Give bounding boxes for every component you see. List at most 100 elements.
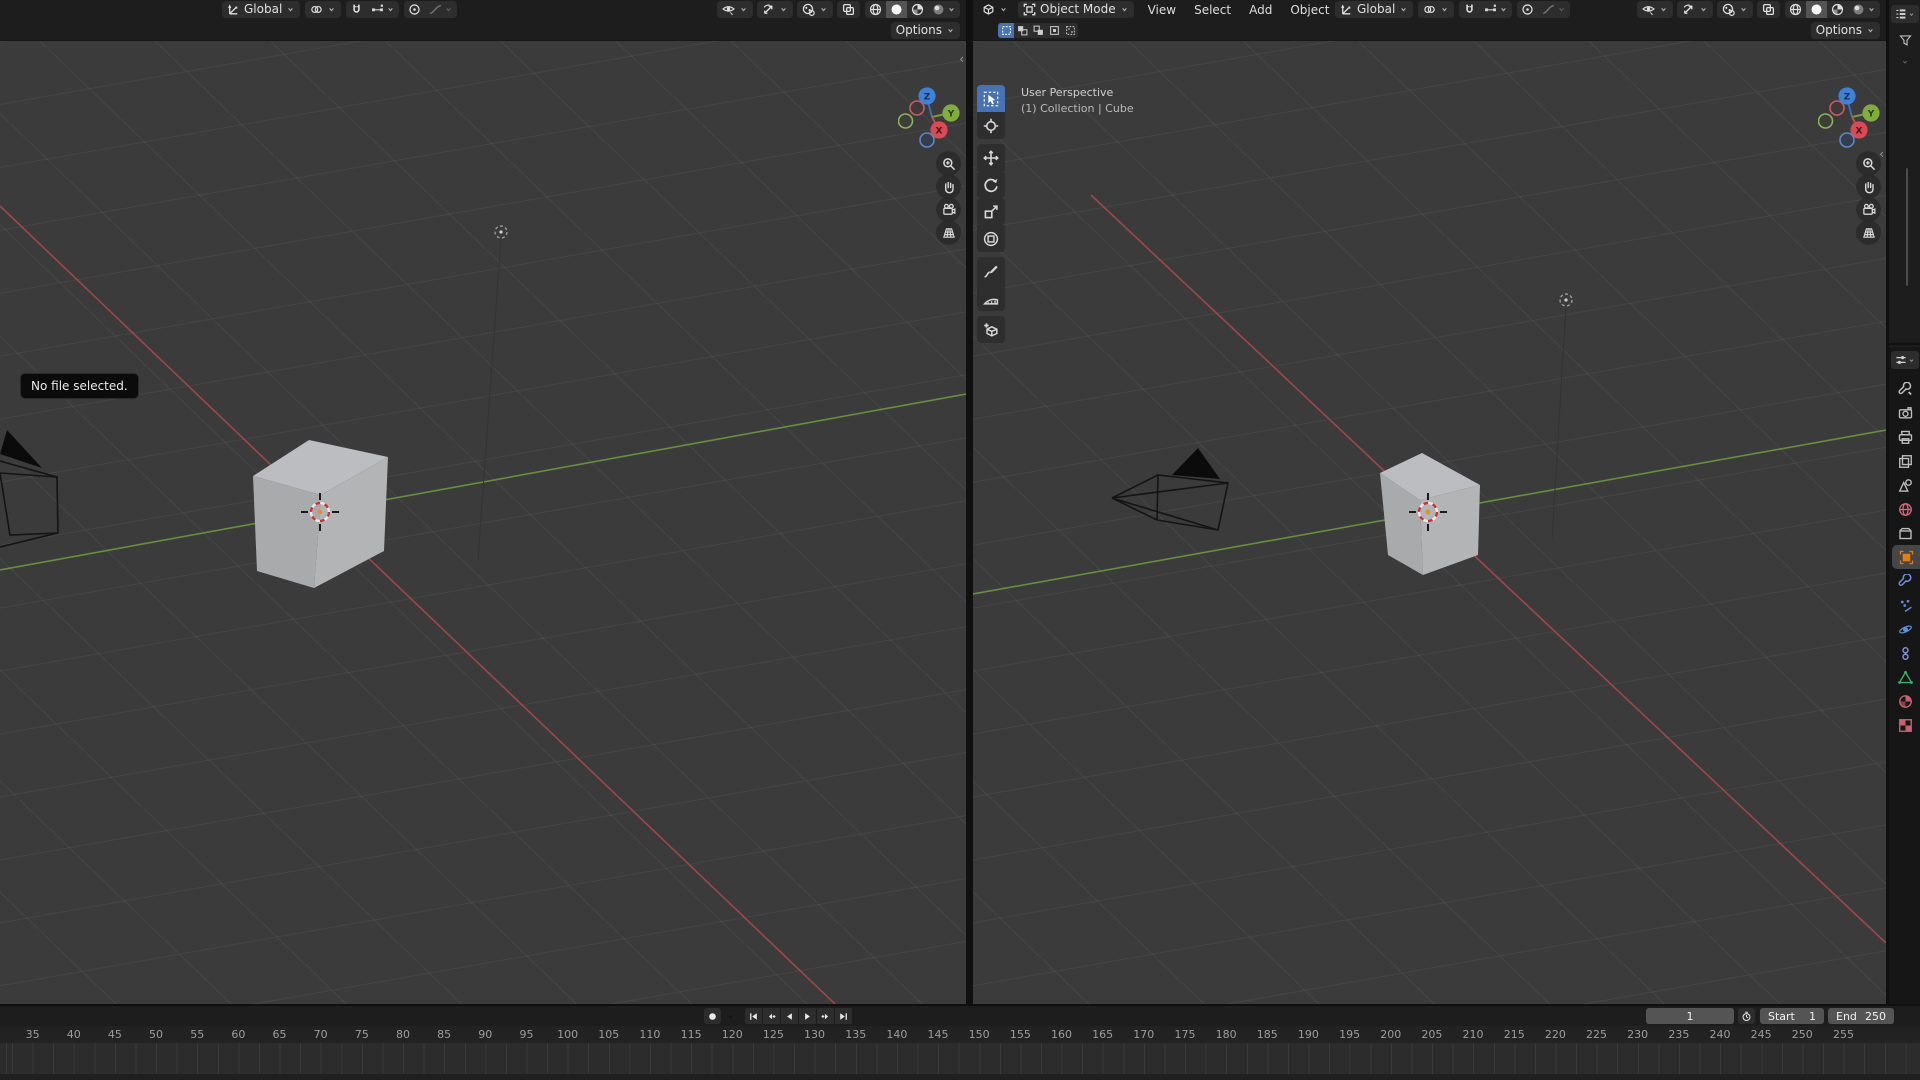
tool-transform[interactable] <box>977 225 1005 252</box>
shading-material-preview[interactable] <box>907 1 928 18</box>
proportional-editing-toggle[interactable] <box>404 1 425 18</box>
start-frame-field[interactable]: Start 1 <box>1760 1008 1824 1024</box>
tab-modifiers[interactable] <box>1889 569 1920 593</box>
select-mode-subtract[interactable] <box>1030 23 1046 38</box>
xray-toggle[interactable] <box>837 1 860 18</box>
next-keyframe-button[interactable] <box>817 1008 834 1024</box>
shading-rendered[interactable] <box>1848 1 1880 18</box>
sidebar-collapse-arrow-right[interactable]: ‹ <box>1879 148 1884 160</box>
outliner-editor-type-dropdown[interactable] <box>1891 5 1919 23</box>
outliner-expand-arrow[interactable] <box>1891 53 1919 71</box>
zoom-view-button[interactable] <box>936 151 961 176</box>
show-gizmo-toggle[interactable] <box>757 1 793 18</box>
proportional-falloff-dropdown[interactable] <box>1538 1 1570 18</box>
gizmo-minus-z-axis[interactable] <box>920 133 934 147</box>
shading-wireframe[interactable] <box>1785 1 1806 18</box>
navigation-gizmo[interactable]: Z Y X <box>898 87 966 153</box>
viewport-divider[interactable] <box>966 0 973 1004</box>
select-mode-invert[interactable] <box>1046 23 1062 38</box>
gizmo-minus-y-axis[interactable] <box>899 114 913 128</box>
light-object[interactable] <box>478 226 507 560</box>
shading-solid[interactable] <box>1806 1 1827 18</box>
timeline-track[interactable] <box>0 1043 1920 1074</box>
show-gizmo-toggle[interactable] <box>1677 1 1713 18</box>
options-dropdown-right[interactable]: Options <box>1811 22 1880 39</box>
tab-view-layer[interactable] <box>1889 449 1920 473</box>
xray-toggle[interactable] <box>1757 1 1780 18</box>
snap-toggle[interactable] <box>1459 1 1480 18</box>
select-mode-intersect[interactable] <box>1062 23 1078 38</box>
tool-3d-cursor[interactable] <box>977 112 1005 139</box>
shading-rendered[interactable] <box>928 1 960 18</box>
tool-measure[interactable] <box>977 284 1005 311</box>
viewport-right-canvas[interactable]: Z Y X User Perspective (1) Collection | … <box>973 41 1886 1004</box>
tab-world[interactable] <box>1889 497 1920 521</box>
use-preview-range-button[interactable] <box>1738 1008 1755 1024</box>
shading-material-preview[interactable] <box>1827 1 1848 18</box>
end-frame-field[interactable]: End 250 <box>1828 1008 1894 1024</box>
tool-move[interactable] <box>977 144 1005 171</box>
pan-view-button[interactable] <box>1856 174 1881 199</box>
play-reverse-button[interactable] <box>781 1008 798 1024</box>
select-mode-set[interactable] <box>998 23 1014 38</box>
proportional-editing-toggle[interactable] <box>1517 1 1538 18</box>
light-object[interactable] <box>1552 294 1572 539</box>
outliner-filter-button[interactable] <box>1891 31 1919 49</box>
camera-object[interactable] <box>1112 448 1228 530</box>
sidebar-collapse-arrow-left[interactable]: ‹ <box>959 53 964 65</box>
pivot-point-dropdown[interactable] <box>305 1 341 18</box>
jump-to-start-button[interactable] <box>745 1008 762 1024</box>
shading-wireframe[interactable] <box>865 1 886 18</box>
timeline-scrollbar[interactable] <box>0 1074 1920 1080</box>
tab-output[interactable] <box>1889 425 1920 449</box>
perspective-toggle-button[interactable] <box>1856 220 1881 245</box>
orientation-dropdown[interactable]: Global <box>222 1 300 18</box>
tab-physics[interactable] <box>1889 617 1920 641</box>
camera-object[interactable] <box>0 430 58 547</box>
viewport-left-canvas[interactable]: Z Y X ‹ <box>0 41 966 1004</box>
object-type-visibility-dropdown[interactable] <box>717 1 753 18</box>
tab-particles[interactable] <box>1889 593 1920 617</box>
navigation-gizmo[interactable]: Z Y X <box>1818 87 1886 153</box>
menu-item[interactable]: Object <box>1281 3 1338 17</box>
tab-object[interactable] <box>1892 545 1920 569</box>
jump-to-end-button[interactable] <box>835 1008 852 1024</box>
pan-view-button[interactable] <box>936 174 961 199</box>
tool-annotate[interactable] <box>977 257 1005 284</box>
snap-settings-dropdown[interactable] <box>367 1 399 18</box>
cube-object[interactable] <box>1380 453 1480 575</box>
tab-texture[interactable] <box>1889 713 1920 737</box>
show-overlays-toggle[interactable] <box>1717 1 1753 18</box>
select-mode-extend[interactable] <box>1014 23 1030 38</box>
auto-keying-toggle[interactable] <box>704 1008 721 1024</box>
previous-keyframe-button[interactable] <box>763 1008 780 1024</box>
menu-item[interactable]: Select <box>1185 3 1240 17</box>
menu-item[interactable]: View <box>1139 3 1185 17</box>
tab-collection[interactable] <box>1889 521 1920 545</box>
gizmo-minus-x-axis[interactable] <box>1830 101 1844 115</box>
camera-view-button[interactable] <box>1856 197 1881 222</box>
current-frame-field[interactable]: 1 <box>1646 1008 1734 1024</box>
snap-settings-dropdown[interactable] <box>1480 1 1512 18</box>
shading-solid[interactable] <box>886 1 907 18</box>
options-dropdown-left[interactable]: Options <box>891 22 960 39</box>
tool-scale[interactable] <box>977 198 1005 225</box>
tool-add-cube[interactable] <box>977 316 1005 343</box>
tab-constraints[interactable] <box>1889 641 1920 665</box>
menu-item[interactable]: Add <box>1240 3 1281 17</box>
tab-material[interactable] <box>1889 689 1920 713</box>
tab-object-data[interactable] <box>1889 665 1920 689</box>
tool-select-box[interactable] <box>977 85 1005 112</box>
snap-toggle[interactable] <box>346 1 367 18</box>
zoom-view-button[interactable] <box>1856 151 1881 176</box>
gizmo-minus-x-axis[interactable] <box>910 101 924 115</box>
show-overlays-toggle[interactable] <box>797 1 833 18</box>
gizmo-minus-y-axis[interactable] <box>1819 114 1833 128</box>
play-button[interactable] <box>799 1008 816 1024</box>
timeline-ruler[interactable]: 3540455055606570758085909510010511011512… <box>0 1026 1920 1043</box>
object-type-visibility-dropdown[interactable] <box>1637 1 1673 18</box>
tab-scene[interactable] <box>1889 473 1920 497</box>
proportional-falloff-dropdown[interactable] <box>425 1 457 18</box>
properties-editor-type-dropdown[interactable] <box>1891 351 1919 369</box>
editor-type-dropdown[interactable] <box>977 1 1013 18</box>
